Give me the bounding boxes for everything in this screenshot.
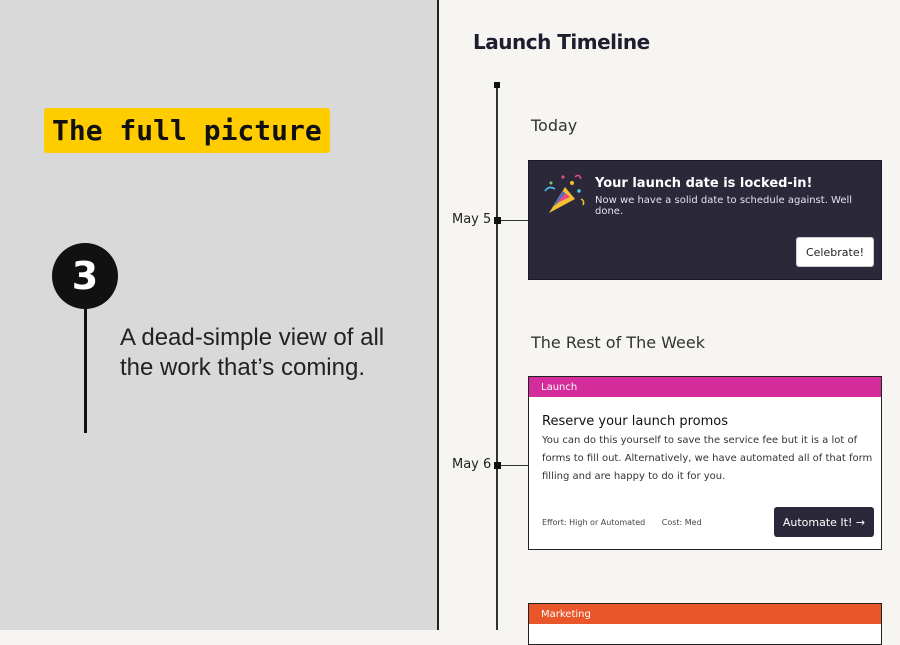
- party-popper-icon: [544, 174, 585, 213]
- timeline-axis: [496, 86, 498, 630]
- left-panel: The full picture 3 A dead-simple view of…: [0, 0, 439, 630]
- task-title: Reserve your launch promos: [542, 414, 728, 429]
- timeline-dot: [494, 462, 501, 469]
- category-tag-marketing: Marketing: [529, 604, 881, 624]
- timeline-marker-may-5: May 5: [452, 212, 541, 232]
- category-tag-launch: Launch: [529, 377, 881, 397]
- automate-it-button[interactable]: Automate It! →: [774, 507, 874, 537]
- step-description: A dead-simple view of all the work that’…: [120, 324, 385, 381]
- section-heading-rest-of-week: The Rest of The Week: [531, 333, 705, 352]
- cost-label: Cost: Med: [661, 518, 702, 527]
- task-card-launch-promos: Launch Reserve your launch promos You ca…: [528, 376, 882, 550]
- step-number-badge: 3: [52, 243, 118, 309]
- task-description: You can do this yourself to save the ser…: [542, 435, 873, 482]
- task-card-marketing: Marketing: [528, 603, 882, 645]
- celebrate-button[interactable]: Celebrate!: [796, 237, 874, 267]
- section-heading-today: Today: [531, 116, 578, 135]
- tagline-highlight: The full picture: [44, 108, 330, 153]
- effort-label: Effort: High or Automated: [542, 518, 646, 527]
- step-connector-line: [84, 305, 87, 433]
- launch-date-locked-card: Your launch date is locked-in! Now we ha…: [528, 160, 882, 280]
- timeline-date-label: May 5: [452, 212, 492, 227]
- timeline-start-marker: [494, 82, 500, 88]
- page-title: Launch Timeline: [473, 30, 650, 54]
- timeline-marker-may-6: May 6: [452, 457, 541, 477]
- launch-timeline-panel: Launch Timeline May 5 May 6 Today Your l…: [439, 0, 900, 645]
- timeline-dot: [494, 217, 501, 224]
- task-meta: Effort: High or Automated Cost: Med: [542, 518, 716, 527]
- timeline-date-label: May 6: [452, 457, 492, 472]
- card-title: Your launch date is locked-in!: [595, 176, 813, 191]
- card-description: Now we have a solid date to schedule aga…: [595, 195, 853, 217]
